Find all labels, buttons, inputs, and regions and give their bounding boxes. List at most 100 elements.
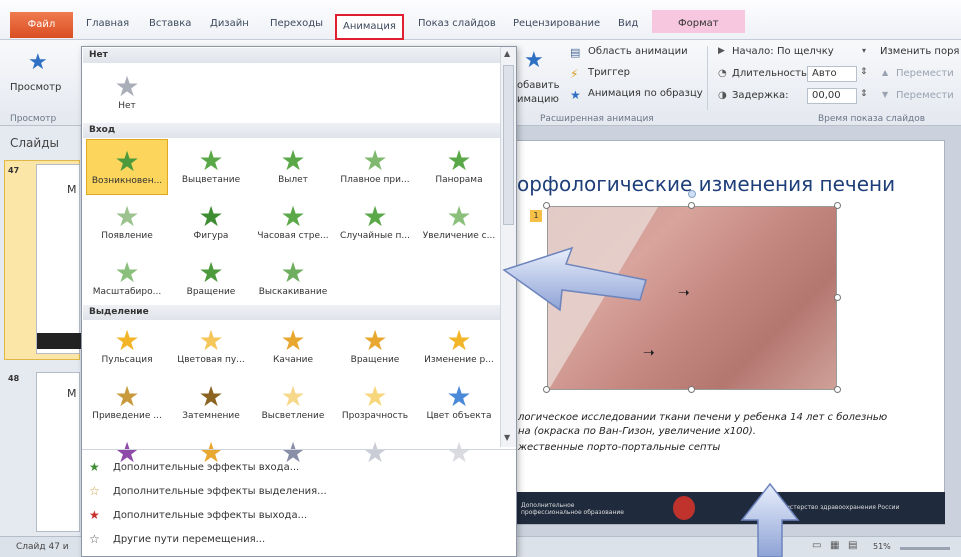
add-animation-label-2[interactable]: имацию bbox=[517, 94, 559, 105]
effect-label: Цветовая пу... bbox=[177, 355, 245, 365]
resize-handle[interactable] bbox=[834, 202, 841, 209]
effect-label: Случайные п... bbox=[340, 231, 410, 241]
slide-thumbnail[interactable]: М bbox=[36, 372, 80, 532]
effect-option[interactable]: ★ Цветовая пу... bbox=[170, 319, 252, 375]
star-icon: ★ bbox=[280, 200, 306, 233]
effect-option[interactable]: ★ Приведение ... bbox=[86, 375, 168, 431]
sorter-view-icon[interactable]: ▦ bbox=[830, 540, 839, 551]
scrollbar-thumb[interactable] bbox=[503, 65, 514, 225]
preview-icon[interactable]: ★ bbox=[28, 50, 48, 75]
slide-caption-line: жественные порто-портальные септы bbox=[518, 442, 721, 453]
effect-option[interactable]: ★ Выцветание bbox=[170, 139, 252, 195]
slide-thumb-title: М bbox=[67, 387, 77, 400]
resize-handle[interactable] bbox=[834, 294, 841, 301]
section-header-entrance: Вход bbox=[83, 123, 500, 138]
delay-icon: ◑ bbox=[718, 90, 727, 101]
section-header-emphasis: Выделение bbox=[83, 305, 500, 320]
effect-option[interactable]: ★ Плавное при... bbox=[334, 139, 416, 195]
arrow-marker-icon: ➝ bbox=[643, 345, 655, 361]
resize-handle[interactable] bbox=[688, 202, 695, 209]
star-icon: ★ bbox=[280, 324, 306, 357]
more-effects-item[interactable]: ☆ Дополнительные эффекты выделения... bbox=[83, 481, 515, 503]
delay-input[interactable]: 00,00 bbox=[807, 88, 857, 104]
effect-option[interactable]: ★ Случайные п... bbox=[334, 195, 416, 251]
tab-design[interactable]: Дизайн bbox=[210, 18, 249, 29]
animation-pane-button[interactable]: Область анимации bbox=[588, 46, 688, 57]
move-earlier-icon: ▲ bbox=[882, 68, 889, 77]
preview-button-label[interactable]: Просмотр bbox=[10, 82, 61, 93]
zoom-slider[interactable] bbox=[900, 547, 950, 550]
more-effects-label: Дополнительные эффекты выхода... bbox=[113, 510, 308, 521]
tab-format[interactable]: Формат bbox=[652, 10, 745, 33]
start-select[interactable]: По щелчку bbox=[777, 46, 834, 57]
effect-label: Выскакивание bbox=[258, 287, 328, 297]
star-icon: ★ bbox=[114, 200, 140, 233]
tab-review[interactable]: Рецензирование bbox=[513, 18, 600, 29]
resize-handle[interactable] bbox=[688, 386, 695, 393]
effect-option[interactable]: ★ Масштабиро... bbox=[86, 251, 168, 307]
tab-view[interactable]: Вид bbox=[618, 18, 638, 29]
resize-handle[interactable] bbox=[834, 386, 841, 393]
scroll-down-icon[interactable]: ▼ bbox=[504, 433, 510, 442]
tab-transitions[interactable]: Переходы bbox=[270, 18, 323, 29]
more-effects-item[interactable]: ☆ Другие пути перемещения... bbox=[83, 529, 515, 551]
star-icon: ★ bbox=[89, 508, 100, 522]
chevron-down-icon[interactable]: ▾ bbox=[862, 46, 866, 55]
more-effects-label: Дополнительные эффекты выделения... bbox=[113, 486, 327, 497]
animation-painter-button[interactable]: Анимация по образцу bbox=[588, 88, 703, 99]
duration-input[interactable]: Авто bbox=[807, 66, 857, 82]
effect-option[interactable]: ★ Цвет объекта bbox=[418, 375, 500, 431]
tab-slideshow[interactable]: Показ слайдов bbox=[418, 18, 496, 29]
star-icon: ★ bbox=[198, 256, 224, 289]
effect-option[interactable]: ★ Высветление bbox=[252, 375, 334, 431]
delay-spinner-icon[interactable]: ⇕ bbox=[860, 89, 868, 99]
effect-option[interactable]: ★ Затемнение bbox=[170, 375, 252, 431]
slides-tab[interactable]: Слайды bbox=[10, 136, 59, 150]
trigger-button[interactable]: Триггер bbox=[588, 67, 630, 78]
slide-title[interactable]: орфологические изменения печени bbox=[517, 172, 895, 196]
resize-handle[interactable] bbox=[543, 386, 550, 393]
effect-option[interactable]: ★ Фигура bbox=[170, 195, 252, 251]
slide-thumbnail[interactable]: М bbox=[36, 164, 81, 354]
effect-option[interactable]: ★ Увеличение с... bbox=[418, 195, 500, 251]
reading-view-icon[interactable]: ▤ bbox=[848, 540, 857, 551]
duration-spinner-icon[interactable]: ⇕ bbox=[860, 67, 868, 77]
effect-option[interactable]: ★ Часовая стре... bbox=[252, 195, 334, 251]
move-later-button[interactable]: Перемести bbox=[896, 90, 954, 101]
tab-file[interactable]: Файл bbox=[10, 12, 73, 38]
effect-option[interactable]: ★ Выскакивание bbox=[252, 251, 334, 307]
effect-option[interactable]: ★ Изменение р... bbox=[418, 319, 500, 375]
normal-view-icon[interactable]: ▭ bbox=[812, 540, 821, 551]
star-icon: ★ bbox=[198, 200, 224, 233]
start-icon: ▶ bbox=[718, 46, 725, 56]
effect-option[interactable]: ★ Появление bbox=[86, 195, 168, 251]
add-animation-icon[interactable]: ★ bbox=[524, 48, 544, 73]
tab-insert[interactable]: Вставка bbox=[149, 18, 191, 29]
animation-painter-icon: ★ bbox=[570, 88, 581, 102]
effect-option[interactable]: ★ Возникновен... bbox=[86, 139, 168, 195]
effect-option[interactable]: ★ Вращение bbox=[334, 319, 416, 375]
star-icon: ★ bbox=[446, 380, 472, 413]
effect-option[interactable]: ★ Прозрачность bbox=[334, 375, 416, 431]
ribbon-separator bbox=[707, 46, 708, 110]
effect-option[interactable]: ★ Панорама bbox=[418, 139, 500, 195]
zoom-level[interactable]: 51% bbox=[873, 542, 891, 551]
add-animation-label-1[interactable]: обавить bbox=[517, 80, 560, 91]
duration-icon: ◔ bbox=[718, 68, 727, 79]
effect-option[interactable]: ★ Пульсация bbox=[86, 319, 168, 375]
more-effects-item[interactable]: ★ Дополнительные эффекты входа... bbox=[83, 457, 515, 479]
effect-option[interactable]: ★ Вращение bbox=[170, 251, 252, 307]
effect-option[interactable]: ★ Качание bbox=[252, 319, 334, 375]
effect-label: Фигура bbox=[193, 231, 229, 241]
animation-order-badge[interactable]: 1 bbox=[530, 210, 542, 222]
resize-handle[interactable] bbox=[543, 202, 550, 209]
tab-home[interactable]: Главная bbox=[86, 18, 129, 29]
rotate-handle[interactable] bbox=[688, 190, 696, 198]
scroll-up-icon[interactable]: ▲ bbox=[504, 49, 510, 58]
effect-none[interactable]: ★ Нет bbox=[86, 65, 168, 121]
move-earlier-button[interactable]: Перемести bbox=[896, 68, 954, 79]
tab-animations[interactable]: Анимация bbox=[335, 14, 404, 40]
effect-option[interactable]: ★ Вылет bbox=[252, 139, 334, 195]
powerpoint-window: Файл Главная Вставка Дизайн Переходы Ани… bbox=[0, 0, 961, 557]
more-effects-item[interactable]: ★ Дополнительные эффекты выхода... bbox=[83, 505, 515, 527]
